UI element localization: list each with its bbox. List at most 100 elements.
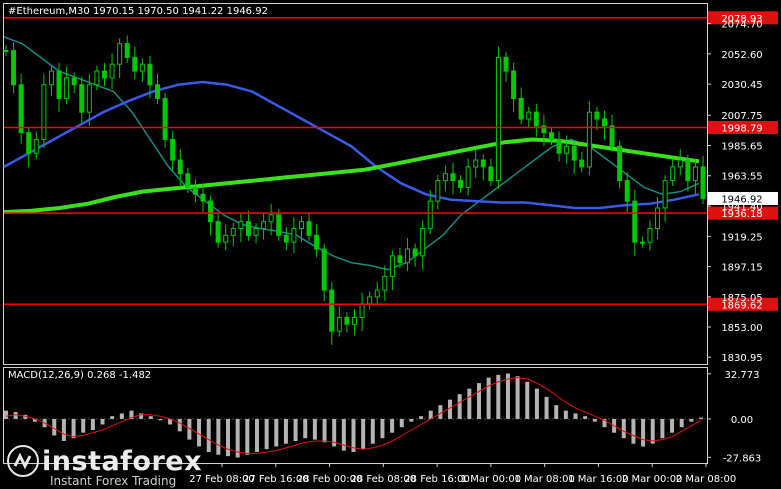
candle-body — [185, 173, 191, 188]
price-chart[interactable]: 2078.931998.791936.181869.621946.92 32.7… — [0, 0, 781, 489]
price-tick-label: 2052.60 — [721, 50, 762, 61]
candle-body — [427, 200, 433, 229]
macd-histogram-bar — [226, 418, 231, 457]
macd-histogram-bar — [515, 376, 520, 419]
candle-body — [86, 84, 92, 113]
candle-body — [556, 139, 562, 154]
candle-body — [450, 173, 456, 182]
candle-body — [64, 77, 70, 99]
candle-body — [208, 200, 214, 223]
time-tick-label: 1 Mar 16:00 — [568, 474, 628, 485]
candle-body — [488, 166, 494, 182]
candle-body — [685, 159, 691, 182]
candle-body — [109, 63, 115, 79]
macd-histogram-bar — [631, 418, 636, 444]
macd-histogram-bar — [370, 418, 375, 444]
macd-histogram-bar — [486, 377, 491, 419]
candle-body — [511, 70, 517, 99]
candle-body — [473, 159, 479, 168]
watermark-subtitle: Instant Forex Trading — [50, 474, 177, 488]
macd-histogram-bar — [448, 399, 453, 419]
macd-histogram-bar — [4, 410, 8, 419]
candle-body — [132, 56, 138, 72]
candle-body — [124, 43, 130, 58]
macd-histogram-bar — [621, 418, 626, 439]
symbol-label: #Ethereum,M30 — [8, 6, 90, 17]
time-tick-label: 1 Mar 00:00 — [461, 474, 521, 485]
candle-body — [283, 234, 289, 243]
candle-body — [56, 70, 62, 99]
candle-body — [579, 159, 585, 168]
macd-histogram-bar — [476, 383, 481, 419]
candle-body — [26, 132, 32, 154]
macd-histogram-bar — [670, 418, 675, 433]
candle-body — [329, 289, 335, 332]
time-tick-label: 2 Mar 08:00 — [676, 474, 736, 485]
macd-histogram-bar — [216, 418, 221, 455]
macd-histogram-bar — [303, 418, 308, 439]
macd-histogram-bar — [100, 418, 105, 425]
candle-body — [314, 234, 320, 250]
candle-body — [276, 214, 282, 236]
candle-body — [639, 241, 645, 244]
level-label: 1998.79 — [721, 123, 762, 134]
price-tick-label: 1985.65 — [721, 141, 762, 152]
price-tick-label: 1875.05 — [721, 293, 762, 304]
candle-body — [420, 227, 426, 257]
candle-body — [594, 111, 600, 120]
candle-body — [94, 70, 100, 86]
macd-label: MACD(12,26,9) 0.268 -1.482 — [8, 370, 151, 381]
candle-body — [18, 84, 24, 134]
candle-body — [670, 166, 676, 182]
macd-histogram-bar — [409, 418, 414, 422]
macd-histogram-bar — [699, 417, 703, 419]
macd-histogram-bar — [158, 418, 163, 421]
macd-histogram-bar — [245, 418, 250, 455]
candle-body — [617, 145, 623, 182]
candle-body — [662, 180, 668, 209]
macd-histogram-bar — [110, 416, 115, 419]
candle-body — [533, 111, 539, 127]
candle-body — [155, 84, 161, 99]
candle-body — [306, 221, 312, 236]
time-tick-label: 1 Mar 08:00 — [514, 474, 574, 485]
candle-body — [192, 186, 198, 195]
macd-histogram-bar — [380, 418, 385, 439]
candle-body — [405, 248, 411, 264]
candle-body — [655, 207, 661, 229]
candle-body — [647, 227, 653, 243]
macd-histogram-bar — [52, 418, 57, 436]
price-tick-label: 2007.75 — [721, 111, 762, 122]
macd-histogram-bar — [139, 413, 144, 419]
macd-tick-label: 32.773 — [725, 370, 760, 381]
macd-histogram-bar — [641, 418, 646, 447]
candle-body — [677, 159, 683, 168]
price-tick-label: 1963.55 — [721, 172, 762, 183]
macd-histogram-bar — [274, 418, 279, 447]
macd-histogram-bar — [61, 418, 66, 441]
candle-body — [223, 234, 229, 243]
candle-body — [238, 221, 244, 229]
candle-body — [359, 303, 365, 318]
candle-body — [495, 56, 501, 182]
candle-body — [298, 221, 304, 229]
macd-histogram-bar — [119, 413, 124, 419]
candle-body — [230, 227, 236, 236]
candle-body — [526, 111, 532, 120]
ohlc-label: 1970.15 1970.50 1941.22 1946.92 — [93, 6, 268, 17]
candle-body — [48, 70, 54, 86]
candle-body — [564, 145, 570, 154]
candle-body — [3, 50, 9, 53]
candle-body — [412, 248, 418, 257]
macd-histogram-bar — [650, 418, 655, 444]
candle-body — [245, 221, 251, 236]
macd-histogram-bar — [573, 413, 578, 419]
macd-histogram-bar — [689, 418, 694, 422]
candle-body — [101, 70, 107, 79]
macd-histogram-bar — [534, 388, 539, 419]
candle-body — [503, 56, 509, 72]
candle-body — [261, 221, 267, 229]
price-tick-label: 1830.95 — [721, 353, 762, 364]
candle-body — [79, 84, 85, 113]
candle-body — [321, 248, 327, 291]
